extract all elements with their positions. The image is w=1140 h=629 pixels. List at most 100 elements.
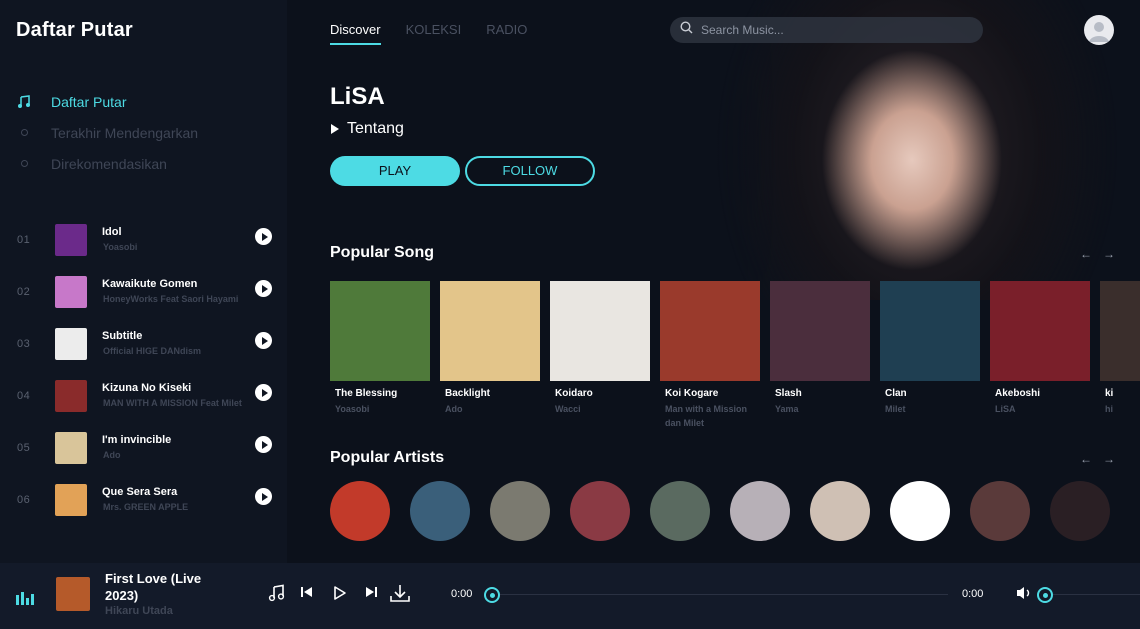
play-icon[interactable] xyxy=(255,488,272,505)
track-title: Subtitle xyxy=(102,330,143,342)
popular-song-list: The Blessing Yoasobi Backlight Ado Koidaro… xyxy=(330,281,1140,430)
player-bar: First Love (Live 2023) Hikaru Utada 0:00… xyxy=(0,563,1140,629)
play-icon[interactable] xyxy=(255,280,272,297)
song-card[interactable]: Koi Kogare Man with a Mission dan Milet xyxy=(660,281,760,430)
arrow-right-icon[interactable]: → xyxy=(1103,452,1115,466)
album-cover xyxy=(55,380,87,412)
sidebar-item-terakhir-mendengarkan[interactable]: Terakhir Mendengarkan xyxy=(16,117,198,148)
song-artist: Yama xyxy=(775,404,799,414)
song-artist: LiSA xyxy=(995,404,1016,414)
sidebar-item-label: Direkomendasikan xyxy=(51,155,167,172)
artist-avatar[interactable] xyxy=(410,481,470,541)
artist-avatar[interactable] xyxy=(490,481,550,541)
arrow-left-icon[interactable]: ← xyxy=(1080,247,1092,261)
artist-avatar[interactable] xyxy=(970,481,1030,541)
user-icon xyxy=(1089,22,1109,42)
play-pause-button[interactable] xyxy=(328,582,350,604)
track-artist: Ado xyxy=(103,450,121,460)
track-title: I'm invincible xyxy=(102,434,172,446)
volume-knob[interactable] xyxy=(1037,587,1053,603)
playlist: 01 Idol Yoasobi 02 Kawaikute Gomen Honey… xyxy=(0,222,287,534)
song-card[interactable]: The Blessing Yoasobi xyxy=(330,281,430,430)
popular-artists-list xyxy=(330,481,1110,541)
playlist-row[interactable]: 03 Subtitle Official HIGE DANdism xyxy=(0,326,287,378)
lyrics-button[interactable] xyxy=(268,584,286,602)
track-number: 01 xyxy=(17,234,31,246)
song-card[interactable]: Koidaro Wacci xyxy=(550,281,650,430)
artist-avatar[interactable] xyxy=(1050,481,1110,541)
play-icon[interactable] xyxy=(255,228,272,245)
track-artist: HoneyWorks Feat Saori Hayami xyxy=(103,294,239,304)
tab-radio[interactable]: RADIO xyxy=(486,22,527,45)
artist-avatar[interactable] xyxy=(650,481,710,541)
song-title: Backlight xyxy=(445,388,491,399)
volume-icon xyxy=(1017,587,1030,599)
album-cover xyxy=(55,224,87,256)
song-artist: Wacci xyxy=(555,404,581,414)
arrow-right-icon[interactable]: → xyxy=(1103,247,1115,261)
current-time: 0:00 xyxy=(451,588,473,600)
follow-button[interactable]: FOLLOW xyxy=(465,156,595,186)
track-number: 02 xyxy=(17,286,31,298)
album-cover xyxy=(55,276,87,308)
playlist-row[interactable]: 04 Kizuna No Kiseki MAN WITH A MISSION F… xyxy=(0,378,287,430)
track-artist: Mrs. GREEN APPLE xyxy=(103,502,189,512)
sidebar-title: Daftar Putar xyxy=(16,19,133,41)
song-card[interactable]: Backlight Ado xyxy=(440,281,540,430)
avatar[interactable] xyxy=(1084,15,1114,45)
download-icon xyxy=(390,585,410,602)
album-cover xyxy=(55,328,87,360)
popular-song-nav: ← → xyxy=(1080,247,1115,261)
artist-avatar[interactable] xyxy=(810,481,870,541)
song-title: Koidaro xyxy=(555,388,593,399)
playlist-row[interactable]: 01 Idol Yoasobi xyxy=(0,222,287,274)
play-icon[interactable] xyxy=(255,384,272,401)
song-card[interactable]: Akeboshi LiSA xyxy=(990,281,1090,430)
play-button[interactable]: PLAY xyxy=(330,156,460,186)
album-cover xyxy=(660,281,760,381)
popular-song-title: Popular Song xyxy=(330,244,434,261)
playlist-row[interactable]: 02 Kawaikute Gomen HoneyWorks Feat Saori… xyxy=(0,274,287,326)
progress-knob[interactable] xyxy=(484,587,500,603)
volume-track[interactable] xyxy=(1053,594,1140,595)
sidebar-item-daftar-putar[interactable]: Daftar Putar xyxy=(16,86,198,117)
now-playing-title: First Love (Live 2023) xyxy=(105,571,202,603)
album-cover xyxy=(55,484,87,516)
track-title: Kawaikute Gomen xyxy=(102,278,198,290)
playlist-row[interactable]: 05 I'm invincible Ado xyxy=(0,430,287,482)
sidebar-item-direkomendasikan[interactable]: Direkomendasikan xyxy=(16,148,198,179)
song-title: Akeboshi xyxy=(995,388,1041,399)
caret-right-icon xyxy=(331,124,339,134)
artist-avatar[interactable] xyxy=(890,481,950,541)
previous-button[interactable] xyxy=(299,584,315,600)
download-button[interactable] xyxy=(389,583,411,603)
play-icon[interactable] xyxy=(255,436,272,453)
song-card[interactable]: Slash Yama xyxy=(770,281,870,430)
music-note-icon xyxy=(268,584,285,602)
about-toggle[interactable]: Tentang xyxy=(331,120,404,138)
volume-button[interactable] xyxy=(1015,585,1033,601)
search-bar[interactable] xyxy=(670,17,983,43)
album-cover xyxy=(770,281,870,381)
song-artist: Milet xyxy=(885,404,906,414)
artist-avatar[interactable] xyxy=(570,481,630,541)
album-cover xyxy=(880,281,980,381)
song-artist: Man with a Mission dan Milet xyxy=(665,404,748,428)
tab-discover[interactable]: Discover xyxy=(330,22,381,45)
song-card[interactable]: ki hi xyxy=(1100,281,1140,430)
search-input[interactable] xyxy=(701,23,961,37)
song-title: Koi Kogare xyxy=(665,388,719,399)
arrow-left-icon[interactable]: ← xyxy=(1080,452,1092,466)
now-playing-cover xyxy=(56,577,90,611)
song-artist: hi xyxy=(1105,404,1113,414)
tab-koleksi[interactable]: KOLEKSI xyxy=(406,22,462,45)
song-card[interactable]: Clan Milet xyxy=(880,281,980,430)
artist-avatar[interactable] xyxy=(730,481,790,541)
progress-track[interactable] xyxy=(500,594,948,595)
artist-avatar[interactable] xyxy=(330,481,390,541)
next-button[interactable] xyxy=(363,584,379,600)
play-icon[interactable] xyxy=(255,332,272,349)
playlist-row[interactable]: 06 Que Sera Sera Mrs. GREEN APPLE xyxy=(0,482,287,534)
album-cover xyxy=(330,281,430,381)
sidebar-item-label: Terakhir Mendengarkan xyxy=(51,124,199,141)
